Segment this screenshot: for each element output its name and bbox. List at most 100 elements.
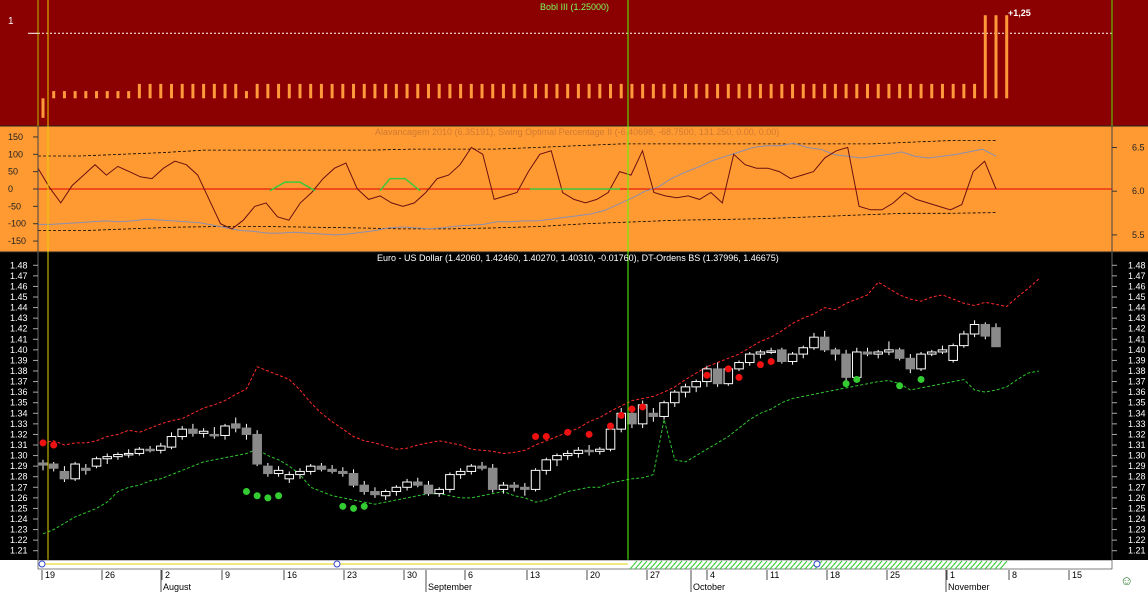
price-tick-label-left: 1.31 [10, 440, 28, 450]
price-tick-label-right: 1.37 [1128, 377, 1146, 387]
chart-canvas[interactable]: 150100500-50-100-1506.56.05.51.48 1.481.4… [0, 0, 1148, 592]
top-bar [202, 83, 206, 99]
top-bar [801, 83, 805, 99]
price-tick-label-right: 1.47 [1128, 271, 1146, 281]
price-tick-label-right: 1.21 [1128, 546, 1146, 556]
mid-left-tick-label: -150 [8, 236, 26, 246]
price-tick-label-left: 1.36 [10, 387, 28, 397]
candle-down [980, 323, 991, 337]
top-bar [298, 83, 302, 99]
sell-signal-dot [39, 439, 47, 447]
candle-up [787, 353, 798, 362]
candle-down [487, 467, 498, 490]
candle-up [573, 449, 584, 454]
sell-signal-dot [607, 422, 615, 430]
x-day-label: 23 [347, 570, 357, 580]
price-tick-label-right: 1.31 [1128, 440, 1146, 450]
top-bar [694, 83, 698, 99]
candle-down [359, 484, 370, 493]
price-tick-label-right: 1.25 [1128, 503, 1146, 513]
price-tick-label-right: 1.46 [1128, 281, 1146, 291]
top-bar [705, 83, 709, 99]
top-bar [662, 83, 666, 99]
x-day-label: 6 [468, 570, 473, 580]
candle-down [316, 465, 327, 470]
candle-up [562, 452, 573, 457]
range-mid-handle [813, 560, 821, 568]
smiley-icon[interactable]: ☺ [1120, 574, 1134, 588]
x-day-label: 9 [225, 570, 230, 580]
price-tick-label-left: 1.28 [10, 472, 28, 482]
price-tick-label-left: 1.40 [10, 345, 28, 355]
candle-up [70, 463, 80, 480]
mid-left-tick-label: 0 [8, 184, 13, 194]
x-month-label: August [163, 582, 192, 592]
candle-up [969, 323, 980, 335]
candle-up [220, 425, 230, 436]
top-bar [994, 15, 998, 99]
candle-up [959, 333, 969, 347]
candle-down [38, 462, 48, 466]
mid-right-tick-label: 6.0 [1132, 186, 1145, 196]
candle-up [744, 353, 755, 364]
price-tick-label-left: 1.39 [10, 355, 28, 365]
top-bar [651, 83, 655, 99]
candle-down [520, 486, 530, 490]
price-tick-label-right: 1.43 [1128, 313, 1146, 323]
x-day-label: 30 [407, 570, 417, 580]
candle-up [305, 465, 316, 472]
top-bar [983, 15, 987, 99]
candle-down [905, 357, 916, 370]
candle-up [809, 336, 819, 349]
range-start-handle [38, 560, 46, 568]
top-panel-title: Bobl III (1.25000) [540, 2, 610, 12]
candle-down [830, 349, 841, 355]
price-tick-label-left: 1.45 [10, 292, 28, 302]
x-month-label: October [693, 582, 725, 592]
candle-up [798, 347, 809, 355]
candle-down [777, 349, 787, 362]
top-bar [544, 83, 548, 99]
price-tick-label-left: 1.35 [10, 398, 28, 408]
top-bar [416, 83, 420, 99]
price-tick-label-left: 1.43 [10, 313, 28, 323]
price-tick-label-right: 1.26 [1128, 493, 1146, 503]
candle-up [466, 465, 477, 472]
price-tick-label-left: 1.21 [10, 546, 28, 556]
top-bar [630, 83, 634, 99]
top-bar [384, 83, 388, 99]
top-bar [673, 83, 677, 99]
top-bar [41, 98, 45, 118]
candle-up [434, 488, 444, 495]
x-day-label: 20 [590, 570, 600, 580]
candle-down [370, 491, 380, 496]
candle-up [156, 445, 166, 451]
top-bar [159, 83, 163, 99]
x-day-label: 13 [530, 570, 540, 580]
buy-signal-dot [350, 504, 358, 512]
mid-right-tick-label: 6.5 [1132, 142, 1145, 152]
price-tick-label-right: 1.32 [1128, 429, 1146, 439]
x-day-label: 11 [770, 570, 779, 580]
top-bar [437, 83, 441, 99]
buy-signal-dot [853, 375, 861, 383]
top-bar [223, 83, 227, 99]
x-day-label: 4 [710, 570, 715, 580]
buy-signal-dot [253, 492, 261, 500]
price-tick-label-right: 1.39 [1128, 355, 1146, 365]
candle-up [273, 469, 284, 475]
sell-signal-dot [50, 441, 58, 449]
price-tick-label-left: 1.47 [10, 271, 28, 281]
mid-left-tick-label: 150 [8, 132, 23, 142]
candle-up [605, 428, 616, 450]
x-day-label: 15 [1072, 570, 1082, 580]
sell-signal-dot [628, 405, 636, 413]
x-day-label: 19 [45, 570, 55, 580]
sell-signal-dot [617, 411, 625, 419]
mid-left-tick-label: 100 [8, 149, 23, 159]
top-bar [641, 83, 645, 99]
top-bar [769, 83, 773, 99]
candle-up [166, 436, 177, 448]
candle-up [102, 456, 113, 460]
top-bar [866, 83, 870, 99]
